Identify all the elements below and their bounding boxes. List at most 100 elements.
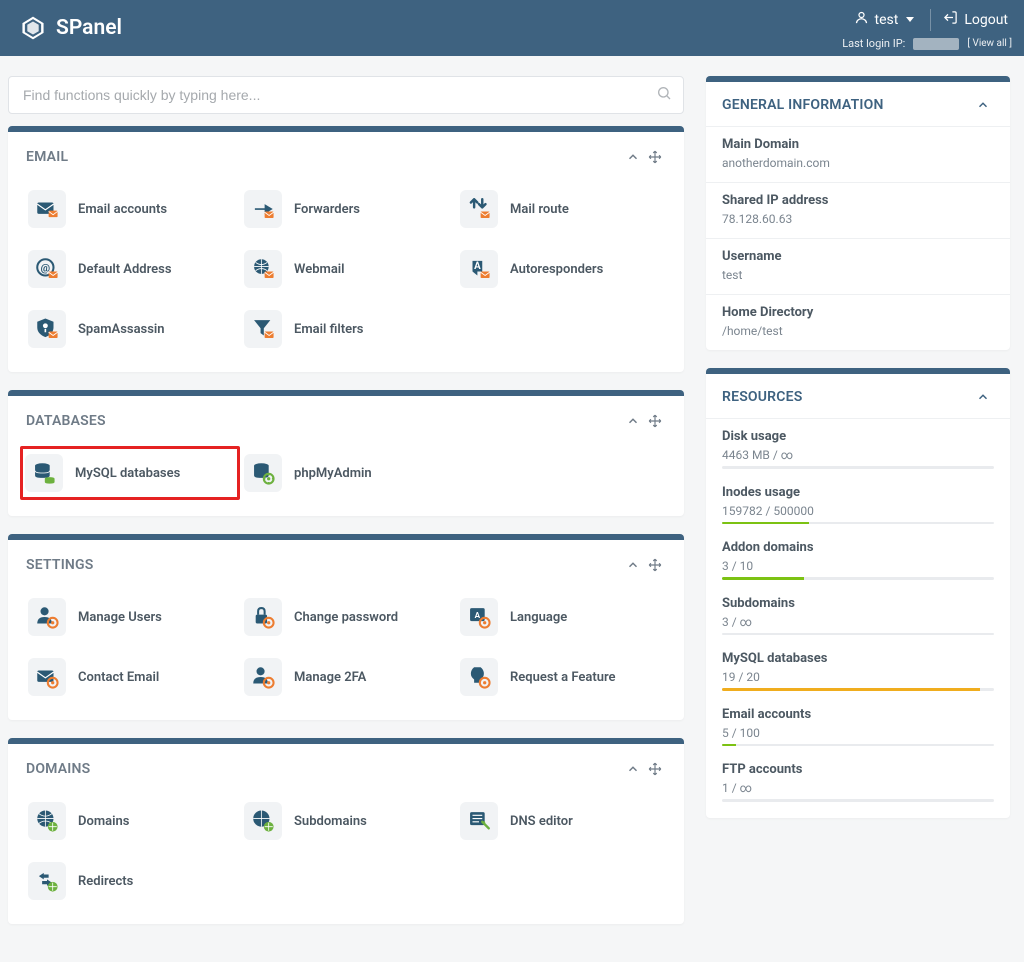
gi-value: test <box>722 268 994 282</box>
tool-webmail[interactable]: Webmail <box>238 244 454 294</box>
tool-forwarders[interactable]: Forwarders <box>238 184 454 234</box>
tool-email-accounts[interactable]: Email accounts <box>22 184 238 234</box>
tool-manage-users[interactable]: Manage Users <box>22 592 238 642</box>
resource-row: Email accounts5 / 100 <box>706 697 1010 753</box>
section-title: EMAIL <box>26 149 68 165</box>
resource-value: 1 / ∞ <box>722 781 994 795</box>
subdomains-icon <box>244 802 282 840</box>
tool-language[interactable]: A Language <box>454 592 670 642</box>
collapse-icon[interactable] <box>622 554 644 576</box>
resource-row: Subdomains3 / ∞ <box>706 586 1010 642</box>
search-wrap <box>8 76 684 114</box>
tool-label: phpMyAdmin <box>294 466 372 481</box>
user-menu[interactable]: test <box>846 6 923 33</box>
user-name: test <box>875 12 899 28</box>
dns-editor-icon <box>460 802 498 840</box>
collapse-icon[interactable] <box>622 146 644 168</box>
gi-label: Username <box>722 249 994 264</box>
tool-label: Forwarders <box>294 202 360 217</box>
tool-label: Contact Email <box>78 670 159 685</box>
mysql-databases-icon <box>25 454 63 492</box>
tool-label: DNS editor <box>510 814 573 829</box>
autoresponders-icon: A <box>460 250 498 288</box>
tool-mysql-databases[interactable]: MySQL databases <box>20 446 240 500</box>
collapse-icon[interactable] <box>972 94 994 116</box>
tool-domains[interactable]: Domains <box>22 796 238 846</box>
resource-value: 3 / 10 <box>722 559 994 573</box>
move-icon[interactable] <box>644 758 666 780</box>
redirects-icon <box>28 862 66 900</box>
email-accounts-icon <box>28 190 66 228</box>
collapse-icon[interactable] <box>622 410 644 432</box>
email-filters-icon <box>244 310 282 348</box>
tool-label: Domains <box>78 814 129 829</box>
language-icon: A <box>460 598 498 636</box>
user-icon <box>854 10 869 29</box>
logo[interactable]: SPanel <box>20 15 122 41</box>
section-title: SETTINGS <box>26 557 94 573</box>
tool-mail-route[interactable]: Mail route <box>454 184 670 234</box>
gi-label: Home Directory <box>722 305 994 320</box>
resource-row: MySQL databases 19 / 20 <box>706 641 1010 697</box>
view-all-link[interactable]: [ View all ] <box>967 38 1012 49</box>
manage-2fa-icon <box>244 658 282 696</box>
resource-value: 159782 / 500000 <box>722 504 994 518</box>
progress-bar <box>722 744 994 747</box>
tool-change-password[interactable]: Change password <box>238 592 454 642</box>
search-icon <box>656 85 672 105</box>
resource-label: Addon domains <box>722 540 994 555</box>
logout-label: Logout <box>964 12 1008 28</box>
tool-redirects[interactable]: Redirects <box>22 856 238 906</box>
gi-row: Shared IP address78.128.60.63 <box>706 183 1010 239</box>
tool-contact-email[interactable]: Contact Email <box>22 652 238 702</box>
tool-email-filters[interactable]: Email filters <box>238 304 454 354</box>
brand-text: SPanel <box>56 16 122 40</box>
change-password-icon <box>244 598 282 636</box>
side-title: GENERAL INFORMATION <box>722 97 884 113</box>
resource-label: FTP accounts <box>722 762 994 777</box>
progress-bar <box>722 577 994 580</box>
tool-spamassassin[interactable]: SpamAssassin <box>22 304 238 354</box>
resource-label: Disk usage <box>722 429 994 444</box>
tool-request-feature[interactable]: Request a Feature <box>454 652 670 702</box>
resource-value: 19 / 20 <box>722 670 994 684</box>
section-settings: SETTINGS Manage Users Change password A Lan… <box>8 534 684 720</box>
move-icon[interactable] <box>644 146 666 168</box>
resource-row: Inodes usage159782 / 500000 <box>706 475 1010 531</box>
move-icon[interactable] <box>644 554 666 576</box>
resource-row: Disk usage4463 MB / ∞ <box>706 419 1010 475</box>
section-title: DOMAINS <box>26 761 90 777</box>
side-title: RESOURCES <box>722 389 802 405</box>
tool-manage-2fa[interactable]: Manage 2FA <box>238 652 454 702</box>
last-login-label: Last login IP: <box>842 37 905 50</box>
svg-text:A: A <box>475 610 481 620</box>
webmail-icon <box>244 250 282 288</box>
collapse-icon[interactable] <box>622 758 644 780</box>
tool-subdomains[interactable]: Subdomains <box>238 796 454 846</box>
tool-default-address[interactable]: @Default Address <box>22 244 238 294</box>
forwarders-icon <box>244 190 282 228</box>
tool-phpmyadmin[interactable]: phpMyAdmin <box>238 448 454 498</box>
resource-label: MySQL databases <box>722 651 994 666</box>
logout-button[interactable]: Logout <box>939 6 1012 33</box>
tool-dns-editor[interactable]: DNS editor <box>454 796 670 846</box>
domains-icon <box>28 802 66 840</box>
tool-label: Language <box>510 610 567 625</box>
resource-value: 5 / 100 <box>722 726 994 740</box>
tool-label: Change password <box>294 610 398 625</box>
section-domains: DOMAINS Domains Subdomains DNS editor Redir… <box>8 738 684 924</box>
tool-autoresponders[interactable]: AAutoresponders <box>454 244 670 294</box>
gi-label: Main Domain <box>722 137 994 152</box>
move-icon[interactable] <box>644 410 666 432</box>
gi-value: 78.128.60.63 <box>722 212 994 226</box>
progress-bar <box>722 633 994 636</box>
collapse-icon[interactable] <box>972 386 994 408</box>
contact-email-icon <box>28 658 66 696</box>
tool-label: MySQL databases <box>75 466 180 481</box>
tool-label: Default Address <box>78 262 172 277</box>
section-title: DATABASES <box>26 413 106 429</box>
topbar: SPanel test Logout Last login IP: [ Vie <box>0 0 1024 56</box>
progress-bar <box>722 522 994 525</box>
search-input[interactable] <box>8 76 684 114</box>
resource-row: FTP accounts 1 / ∞ <box>706 752 1010 808</box>
